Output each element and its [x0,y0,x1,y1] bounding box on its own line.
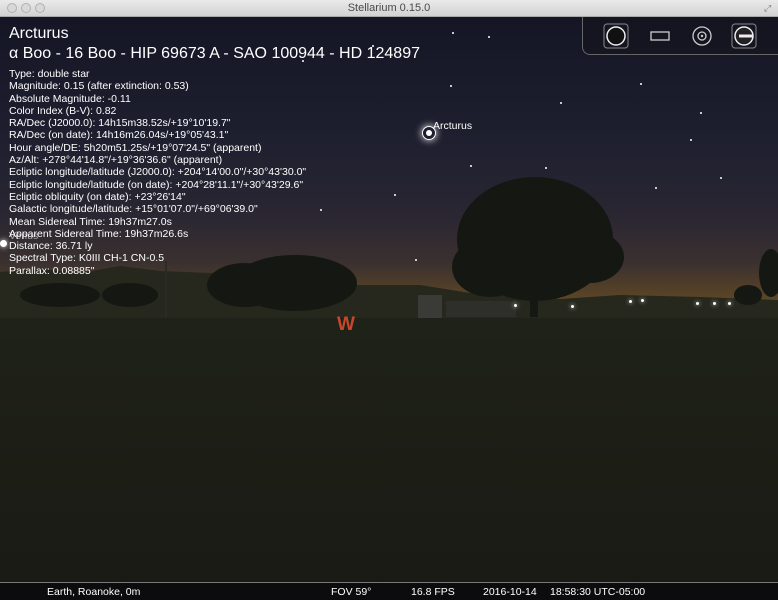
status-bar: Earth, Roanoke, 0m FOV 59° 16.8 FPS 2016… [0,582,778,600]
stellarium-window: Stellarium 0.15.0 ⤢ Venus Arcturus W Arc… [0,0,778,600]
info-line: Distance: 36.71 ly [9,240,93,253]
info-line: Mean Sidereal Time: 19h37m27.0s [9,215,172,228]
info-line: Galactic longitude/latitude: +15°01'07.0… [9,203,258,216]
title-bar: Stellarium 0.15.0 ⤢ [0,0,778,17]
info-line: Spectral Type: K0III CH-1 CN-0.5 [9,252,165,265]
top-right-toolbar [582,17,778,55]
fov-label: FOV 59° [331,586,372,598]
info-line: Absolute Magnitude: -0.11 [9,92,131,105]
info-line: Az/Alt: +278°44'14.8"/+19°36'36.6" (appa… [9,154,223,167]
info-line: Ecliptic obliquity (on date): +23°26'14" [9,190,186,203]
arcturus-label: Arcturus [433,120,473,132]
info-line: Color Index (B-V): 0.82 [9,104,117,117]
fullscreen-icon[interactable] [647,23,673,49]
night-mode-icon[interactable] [603,23,629,49]
cardinal-west: W [337,314,355,335]
info-line: Parallax: 0.08885" [9,264,95,277]
ocular-icon[interactable] [689,23,715,49]
info-line: Magnitude: 0.15 (after extinction: 0.53) [9,80,189,93]
fullscreen-arrows-icon[interactable]: ⤢ [764,3,774,13]
exit-icon[interactable] [731,23,757,49]
object-name: Arcturus [9,25,69,42]
location-label[interactable]: Earth, Roanoke, 0m [47,586,140,598]
info-line: Ecliptic longitude/latitude (J2000.0): +… [9,166,307,179]
info-line: Hour angle/DE: 5h20m51.25s/+19°07'24.5" … [9,141,262,154]
info-line: Ecliptic longitude/latitude (on date): +… [9,178,304,191]
window-title: Stellarium 0.15.0 [347,2,431,14]
fps-label: 16.8 FPS [411,586,455,598]
date-label[interactable]: 2016-10-14 [483,586,537,598]
info-line: Type: double star [9,68,90,80]
info-line: Apparent Sidereal Time: 19h37m26.6s [9,227,189,240]
info-line: RA/Dec (J2000.0): 14h15m38.52s/+19°10'19… [9,117,231,130]
ground [0,318,778,600]
time-label[interactable]: 18:58:30 UTC-05:00 [550,586,645,598]
object-info-panel: Arcturus α Boo - 16 Boo - HIP 69673 A - … [9,24,420,277]
info-line: RA/Dec (on date): 14h16m26.04s/+19°05'43… [9,129,229,142]
object-designations: α Boo - 16 Boo - HIP 69673 A - SAO 10094… [9,45,420,62]
venus-marker[interactable] [0,240,7,247]
